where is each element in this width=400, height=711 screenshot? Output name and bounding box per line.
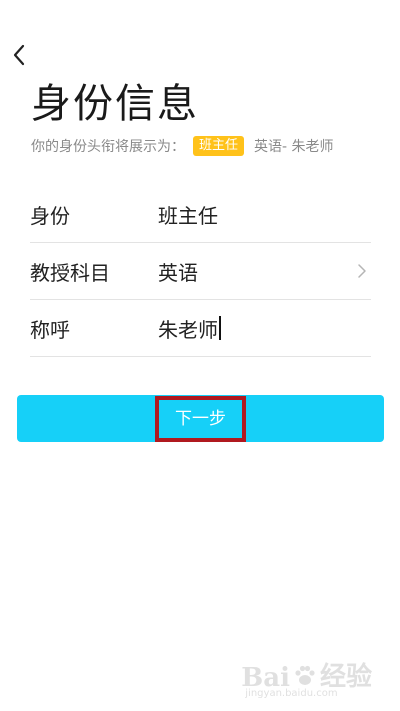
identity-value: 班主任: [158, 203, 218, 228]
identity-form: 身份 班主任 教授科目 英语 称呼 朱老师: [30, 186, 371, 357]
watermark: Bai 经验 jingyan.baidu.com: [241, 656, 372, 699]
text-cursor: [219, 316, 221, 340]
role-badge: 班主任: [193, 136, 245, 156]
salutation-input[interactable]: 朱老师: [158, 314, 221, 343]
title-display-hint: 你的身份头衔将展示为： 班主任 英语- 朱老师: [31, 134, 334, 158]
watermark-url: jingyan.baidu.com: [245, 688, 338, 699]
salutation-value: 朱老师: [158, 317, 218, 342]
next-step-label: 下一步: [155, 395, 246, 442]
paw-icon: [295, 665, 315, 685]
salutation-label: 称呼: [30, 317, 70, 342]
page-title: 身份信息: [31, 81, 199, 127]
subject-row[interactable]: 教授科目 英语: [30, 243, 371, 300]
chevron-right-icon: [358, 264, 366, 278]
identity-label: 身份: [30, 203, 70, 228]
identity-row[interactable]: 身份 班主任: [30, 186, 371, 243]
subject-label: 教授科目: [30, 260, 110, 285]
salutation-row: 称呼 朱老师: [30, 300, 371, 357]
title-preview: 英语- 朱老师: [254, 139, 334, 155]
subject-value: 英语: [158, 260, 198, 285]
next-step-button[interactable]: 下一步: [17, 395, 384, 442]
chevron-left-icon: [13, 44, 25, 66]
subtitle-text: 你的身份头衔将展示为：: [31, 139, 185, 155]
back-button[interactable]: [8, 40, 30, 70]
